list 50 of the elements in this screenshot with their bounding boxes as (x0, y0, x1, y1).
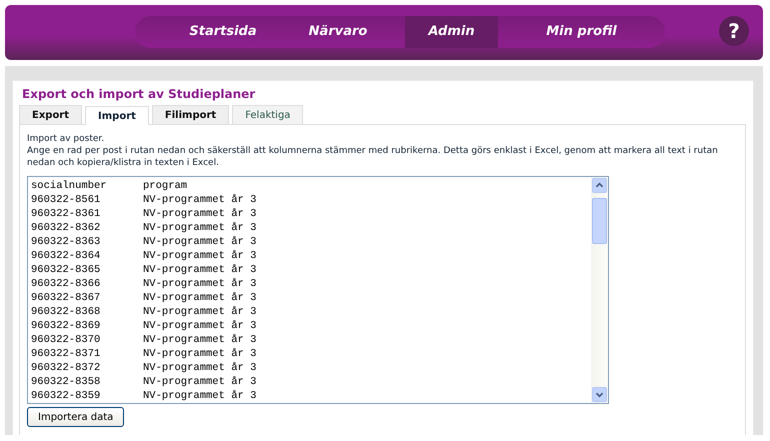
tab[interactable]: Felaktiga (232, 105, 304, 124)
import-button[interactable]: Importera data (27, 407, 124, 427)
page-title: Export och import av Studieplaner (22, 87, 256, 101)
text-line-cell: NV-programmet år 3 (143, 361, 256, 375)
text-line-cell: NV-programmet år 3 (143, 221, 256, 235)
text-line-cell-text: 960322-8359 (31, 389, 102, 403)
scrollbar[interactable] (591, 177, 608, 403)
text-line-cell-text: 960322-8372 (31, 361, 102, 375)
nav-tab[interactable]: Admin (405, 16, 498, 48)
text-line-cell-text: 960322-8365 (31, 263, 102, 277)
text-line-cell-text: 960322-8361 (31, 207, 102, 221)
text-line-cell: NV-programmet år 3 (143, 389, 256, 403)
text-line-cell-text: 960322-8561 (31, 193, 102, 207)
nav-tab[interactable]: Min profil (498, 16, 665, 48)
text-line-cell: NV-programmet år 3 (143, 375, 256, 389)
intro-text: Import av poster. (27, 133, 106, 145)
text-line-cell: NV-programmet år 3 (143, 263, 256, 277)
text-line-cell: NV-programmet år 3 (143, 235, 256, 249)
text-line-cell: NV-programmet år 3 (143, 319, 256, 333)
text-line-cell-text: 960322-8368 (31, 305, 102, 319)
scrollbar-thumb[interactable] (592, 198, 607, 244)
tab[interactable]: Export (19, 105, 82, 124)
text-line-cell-text: socialnumber (31, 179, 108, 193)
import-text-area[interactable] (27, 176, 609, 404)
help-button[interactable]: ? (719, 16, 749, 46)
text-line-cell-text: 960322-8371 (31, 347, 102, 361)
text-line-cell-text: 960322-8364 (31, 249, 102, 263)
text-line-cell-text: 960322-8362 (31, 221, 102, 235)
scroll-down-icon[interactable] (592, 387, 607, 402)
text-line-cell-text: 960322-8366 (31, 277, 102, 291)
text-line-cell-text: 960322-8358 (31, 375, 102, 389)
text-line-cell: NV-programmet år 3 (143, 347, 256, 361)
text-line-cell-text: 960322-8363 (31, 235, 102, 249)
nav-tab[interactable]: Närvaro (271, 16, 405, 48)
text-line-cell: NV-programmet år 3 (143, 333, 256, 347)
text-line-cell: NV-programmet år 3 (143, 305, 256, 319)
nav-tab[interactable]: Startsida (135, 16, 271, 48)
text-line-cell: NV-programmet år 3 (143, 277, 256, 291)
tab[interactable]: Import (85, 106, 149, 125)
scroll-up-icon[interactable] (592, 178, 607, 193)
text-line-cell: NV-programmet år 3 (143, 207, 256, 221)
text-line-cell: program (143, 179, 188, 193)
tab[interactable]: Filimport (152, 105, 230, 124)
text-line-cell-text: 960322-8369 (31, 319, 102, 333)
text-line-cell: NV-programmet år 3 (143, 249, 256, 263)
text-line-cell: NV-programmet år 3 (143, 291, 256, 305)
text-line-cell-text: 960322-8367 (31, 291, 102, 305)
instructions-text: Ange en rad per post i rutan nedan och säkerställ att kolumnerna stämmer med rubrikerna. Detta görs enklast i Excel, genom att markera all text i rutan nedan och kopiera/klistra in texten i Excel. (27, 145, 719, 169)
text-line-cell-text: 960322-8370 (31, 333, 102, 347)
text-line-cell: NV-programmet år 3 (143, 193, 256, 207)
